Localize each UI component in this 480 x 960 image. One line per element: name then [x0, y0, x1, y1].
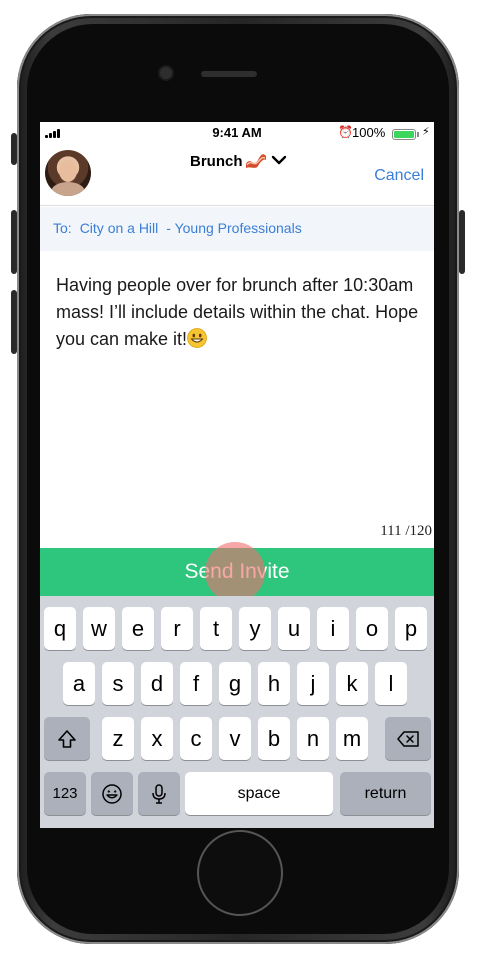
key-e[interactable]: e — [122, 607, 154, 650]
backspace-key[interactable] — [385, 717, 431, 760]
key-r[interactable]: r — [161, 607, 193, 650]
shift-icon — [58, 729, 76, 748]
chevron-down-icon[interactable] — [271, 152, 287, 168]
battery-icon — [392, 129, 416, 140]
key-j[interactable]: j — [297, 662, 329, 705]
shift-key[interactable] — [44, 717, 90, 760]
battery-percent: 100% — [352, 125, 386, 140]
app-screen: 9:41 AM ⏰ 100% ⚡ Brunch Cancel To: City o… — [40, 122, 434, 828]
keyboard: q w e r t y u i o p a s d f g h j k l z … — [40, 596, 434, 828]
key-x[interactable]: x — [141, 717, 173, 760]
power-button — [459, 210, 465, 274]
key-i[interactable]: i — [317, 607, 349, 650]
home-button[interactable] — [197, 830, 283, 916]
touch-indicator — [205, 542, 265, 602]
dictation-key[interactable] — [138, 772, 180, 815]
avatar[interactable] — [45, 150, 91, 196]
backspace-icon — [397, 730, 419, 747]
key-h[interactable]: h — [258, 662, 290, 705]
charging-icon: ⚡ — [422, 126, 430, 138]
volume-up-button — [11, 210, 17, 274]
key-a[interactable]: a — [63, 662, 95, 705]
key-n[interactable]: n — [297, 717, 329, 760]
event-title[interactable]: Brunch — [190, 153, 243, 170]
key-o[interactable]: o — [356, 607, 388, 650]
battery-tip — [417, 132, 419, 137]
key-l[interactable]: l — [375, 662, 407, 705]
key-t[interactable]: t — [200, 607, 232, 650]
numbers-key[interactable]: 123 — [44, 772, 86, 815]
mute-switch — [11, 133, 17, 165]
recipients-row[interactable]: To: City on a Hill - Young Professionals — [40, 207, 434, 251]
key-y[interactable]: y — [239, 607, 271, 650]
key-f[interactable]: f — [180, 662, 212, 705]
return-key[interactable]: return — [340, 772, 431, 815]
key-d[interactable]: d — [141, 662, 173, 705]
front-camera — [160, 67, 172, 79]
space-key[interactable]: space — [185, 772, 333, 815]
key-b[interactable]: b — [258, 717, 290, 760]
microphone-icon — [152, 783, 166, 804]
key-m[interactable]: m — [336, 717, 368, 760]
key-p[interactable]: p — [395, 607, 427, 650]
message-text: Having people over for brunch after 10:3… — [56, 275, 419, 349]
bacon-icon — [246, 154, 266, 168]
key-z[interactable]: z — [102, 717, 134, 760]
recipient-group[interactable]: City on a Hill — [80, 220, 159, 236]
volume-down-button — [11, 290, 17, 354]
emoji-smiley-icon — [102, 783, 122, 804]
character-count: 111 /120 — [380, 523, 432, 539]
key-u[interactable]: u — [278, 607, 310, 650]
recipient-subgroup[interactable]: - Young Professionals — [166, 220, 301, 236]
key-k[interactable]: k — [336, 662, 368, 705]
key-s[interactable]: s — [102, 662, 134, 705]
message-textarea[interactable]: Having people over for brunch after 10:3… — [56, 272, 422, 353]
key-w[interactable]: w — [83, 607, 115, 650]
recipients-prefix: To: — [53, 220, 72, 236]
key-g[interactable]: g — [219, 662, 251, 705]
key-v[interactable]: v — [219, 717, 251, 760]
grinning-face-icon — [187, 328, 207, 348]
alarm-icon: ⏰ — [338, 125, 353, 139]
nav-header: Brunch Cancel — [40, 144, 434, 206]
earpiece-speaker — [201, 71, 257, 77]
key-q[interactable]: q — [44, 607, 76, 650]
emoji-key[interactable] — [91, 772, 133, 815]
cancel-button[interactable]: Cancel — [374, 167, 424, 185]
status-bar: 9:41 AM ⏰ 100% ⚡ — [40, 122, 434, 144]
key-c[interactable]: c — [180, 717, 212, 760]
